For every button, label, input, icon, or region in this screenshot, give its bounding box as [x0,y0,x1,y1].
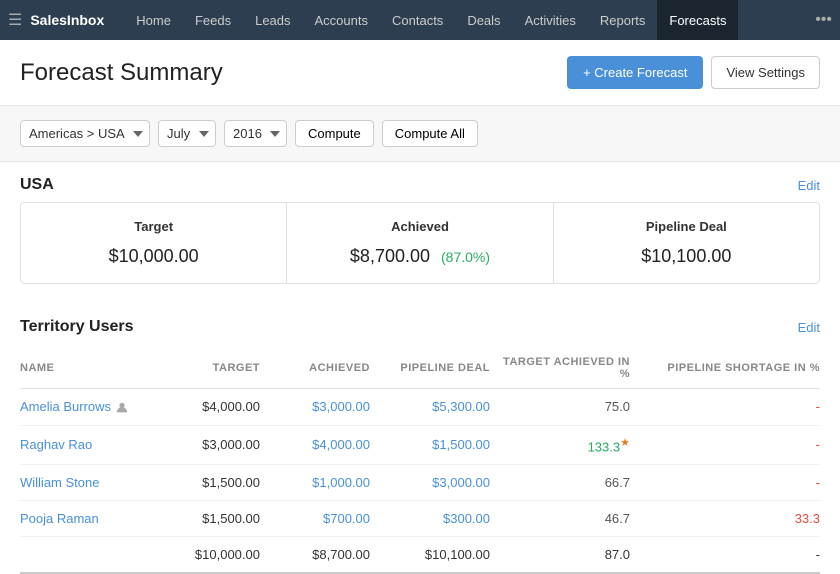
nav-item-feeds[interactable]: Feeds [183,0,243,40]
col-header-name: NAME [20,348,150,389]
totals-name [20,536,150,573]
achieved-label: Achieved [307,219,532,234]
achieved-pct: (87.0%) [441,249,490,265]
cell-pipeline: $300.00 [370,500,490,536]
territory-section-title: Territory Users [20,318,134,336]
nav-item-accounts[interactable]: Accounts [303,0,380,40]
cell-achieved: $3,000.00 [260,389,370,426]
cell-target: $3,000.00 [150,425,260,464]
cell-name: Raghav Rao [20,425,150,464]
navigation: ☰ SalesInbox Home Feeds Leads Accounts C… [0,0,840,40]
territory-table-container: NAME TARGET ACHIEVED PIPELINE DEAL TARGE… [20,348,820,574]
cell-shortage: - [630,425,820,464]
cell-target-pct: 66.7 [490,464,630,500]
nav-items: Home Feeds Leads Accounts Contacts Deals… [124,0,815,40]
more-icon[interactable]: ••• [815,11,832,29]
summary-section-title: USA [20,176,54,194]
territory-edit-link[interactable]: Edit [798,320,820,335]
compute-all-button[interactable]: Compute All [382,120,478,147]
user-link[interactable]: Amelia Burrows [20,399,111,414]
nav-item-reports[interactable]: Reports [588,0,658,40]
cell-shortage: - [630,464,820,500]
cell-name: Pooja Raman [20,500,150,536]
nav-item-deals[interactable]: Deals [455,0,512,40]
header-actions: + Create Forecast View Settings [567,56,820,89]
cell-name: William Stone [20,464,150,500]
col-header-target: TARGET [150,348,260,389]
user-link[interactable]: Raghav Rao [20,437,92,452]
col-header-achieved: ACHIEVED [260,348,370,389]
nav-item-leads[interactable]: Leads [243,0,302,40]
summary-cell-target: Target $10,000.00 [21,203,287,283]
compute-button[interactable]: Compute [295,120,374,147]
star-icon: ★ [620,437,630,449]
table-row: William Stone $1,500.00 $1,000.00 $3,000… [20,464,820,500]
table-row: Amelia Burrows $4,000.00 $3,000.00 $5,30… [20,389,820,426]
page-title: Forecast Summary [20,59,223,87]
main-content: USA Edit Target $10,000.00 Achieved $8,7… [0,162,840,574]
target-value: $10,000.00 [41,246,266,267]
cell-pipeline: $1,500.00 [370,425,490,464]
territory-table: NAME TARGET ACHIEVED PIPELINE DEAL TARGE… [20,348,820,574]
totals-shortage: - [630,536,820,573]
brand-label: SalesInbox [30,12,104,28]
filter-bar: Americas > USA July 2016 Compute Compute… [0,106,840,162]
table-row: Raghav Rao $3,000.00 $4,000.00 $1,500.00… [20,425,820,464]
achieved-value: $8,700.00 (87.0%) [307,246,532,267]
cell-achieved: $1,000.00 [260,464,370,500]
totals-target-pct: 87.0 [490,536,630,573]
totals-target: $10,000.00 [150,536,260,573]
totals-achieved: $8,700.00 [260,536,370,573]
target-label: Target [41,219,266,234]
nav-item-forecasts[interactable]: Forecasts [657,0,738,40]
territory-section-header: Territory Users Edit [20,304,820,344]
cell-target: $1,500.00 [150,500,260,536]
achieved-amount: $8,700.00 [350,246,430,266]
cell-shortage: - [630,389,820,426]
cell-shortage: 33.3 [630,500,820,536]
cell-achieved: $4,000.00 [260,425,370,464]
cell-pipeline: $3,000.00 [370,464,490,500]
user-link[interactable]: Pooja Raman [20,511,99,526]
cell-target-pct: 46.7 [490,500,630,536]
user-icon [115,401,129,415]
pipeline-value: $10,100.00 [574,246,799,267]
nav-item-home[interactable]: Home [124,0,183,40]
col-header-target-pct: TARGET ACHIEVED IN % [490,348,630,389]
col-header-pipeline: PIPELINE DEAL [370,348,490,389]
table-header-row: NAME TARGET ACHIEVED PIPELINE DEAL TARGE… [20,348,820,389]
summary-cell-achieved: Achieved $8,700.00 (87.0%) [287,203,553,283]
totals-row: $10,000.00 $8,700.00 $10,100.00 87.0 - [20,536,820,573]
create-forecast-button[interactable]: + Create Forecast [567,56,703,89]
page-header: Forecast Summary + Create Forecast View … [0,40,840,106]
col-header-pipeline-short: PIPELINE SHORTAGE IN % [630,348,820,389]
territory-select[interactable]: Americas > USA [20,120,150,147]
nav-item-contacts[interactable]: Contacts [380,0,455,40]
summary-card: Target $10,000.00 Achieved $8,700.00 (87… [20,202,820,284]
cell-name: Amelia Burrows [20,389,150,426]
month-select[interactable]: July [158,120,216,147]
nav-item-activities[interactable]: Activities [513,0,588,40]
summary-section-header: USA Edit [20,162,820,202]
table-row: Pooja Raman $1,500.00 $700.00 $300.00 46… [20,500,820,536]
cell-target-pct: 75.0 [490,389,630,426]
territory-section: Territory Users Edit NAME TARGET ACHIEVE… [20,304,820,574]
user-link[interactable]: William Stone [20,475,99,490]
cell-target: $1,500.00 [150,464,260,500]
summary-cell-pipeline: Pipeline Deal $10,100.00 [554,203,819,283]
hamburger-icon[interactable]: ☰ [8,10,22,30]
totals-pipeline: $10,100.00 [370,536,490,573]
view-settings-button[interactable]: View Settings [711,56,820,89]
cell-target-pct: 133.3★ [490,425,630,464]
cell-pipeline: $5,300.00 [370,389,490,426]
cell-achieved: $700.00 [260,500,370,536]
pipeline-label: Pipeline Deal [574,219,799,234]
year-select[interactable]: 2016 [224,120,287,147]
summary-edit-link[interactable]: Edit [798,178,820,193]
cell-target: $4,000.00 [150,389,260,426]
